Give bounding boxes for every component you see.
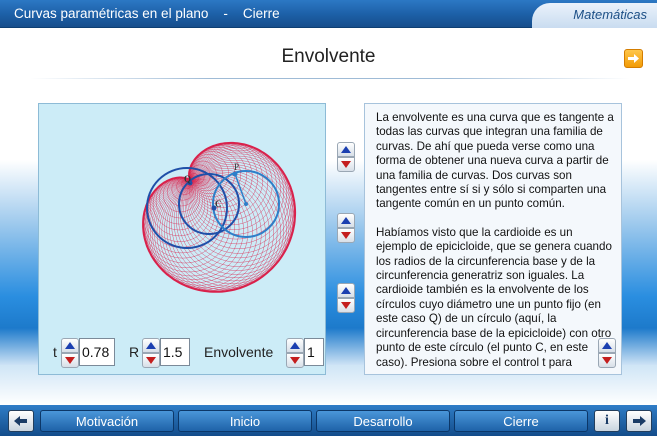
nav-inicio-button[interactable]: Inicio — [178, 410, 312, 432]
subject-label: Matemáticas — [573, 7, 647, 22]
r-decrease-button[interactable] — [142, 353, 160, 368]
nav-cierre-button[interactable]: Cierre — [454, 410, 588, 432]
envolvente-increase-button[interactable] — [286, 338, 304, 353]
arrow-left-icon — [14, 416, 27, 426]
next-page-button[interactable] — [624, 49, 643, 68]
header-divider — [30, 78, 630, 79]
side-stepper-3[interactable] — [337, 283, 355, 315]
point-center — [244, 202, 248, 206]
r-stepper[interactable] — [142, 338, 160, 368]
arrow-right-icon — [628, 54, 639, 63]
label-p: P — [234, 162, 239, 172]
t-decrease-button[interactable] — [61, 353, 79, 368]
t-label: t — [53, 344, 57, 360]
nav-motivacion-button[interactable]: Motivación — [40, 410, 174, 432]
app-window: Curvas paramétricas en el plano - Cierre… — [0, 0, 657, 436]
envolvente-label: Envolvente — [204, 344, 274, 360]
bottom-nav: Motivación Inicio Desarrollo Cierre i — [0, 405, 657, 436]
cardioid-plot[interactable]: P Q C — [39, 104, 327, 334]
envolvente-stepper[interactable] — [286, 338, 304, 368]
label-c: C — [215, 199, 222, 209]
t-stepper[interactable] — [61, 338, 79, 368]
t-value-field[interactable]: 0.78 — [79, 338, 115, 366]
text-scroll-up[interactable] — [598, 338, 616, 353]
prev-page-button[interactable] — [8, 410, 34, 432]
next-section-button[interactable] — [626, 410, 652, 432]
r-label: R — [129, 344, 140, 360]
r-increase-button[interactable] — [142, 338, 160, 353]
side-stepper-2-up[interactable] — [337, 213, 355, 228]
explanation-panel[interactable]: La envolvente es una curva que es tangen… — [364, 103, 622, 375]
explanation-text: La envolvente es una curva que es tangen… — [376, 111, 616, 374]
explanation-paragraph-1: La envolvente es una curva que es tangen… — [376, 111, 614, 211]
envelope-applet[interactable]: P Q C t 0.78 R 1.5 Envolvente 1 — [38, 103, 326, 375]
side-stepper-3-up[interactable] — [337, 283, 355, 298]
title-bar: Curvas paramétricas en el plano - Cierre… — [0, 0, 657, 28]
side-stepper-1-down[interactable] — [337, 157, 355, 172]
side-stepper-1-up[interactable] — [337, 142, 355, 157]
nav-desarrollo-button[interactable]: Desarrollo — [316, 410, 450, 432]
explanation-paragraph-2: Habíamos visto que la cardioide es un ej… — [376, 225, 612, 369]
label-q: Q — [184, 174, 191, 184]
page-title: Envolvente — [281, 46, 376, 67]
side-stepper-3-down[interactable] — [337, 298, 355, 313]
envolvente-value-field[interactable]: 1 — [304, 338, 324, 366]
subject-tab: Matemáticas — [532, 3, 657, 28]
point-p[interactable] — [232, 171, 238, 177]
info-button[interactable]: i — [594, 410, 620, 432]
r-value-field[interactable]: 1.5 — [160, 338, 190, 366]
window-title: Curvas paramétricas en el plano - Cierre — [14, 6, 280, 21]
side-stepper-2[interactable] — [337, 213, 355, 245]
text-scroll-stepper[interactable] — [598, 338, 616, 370]
text-scroll-down[interactable] — [598, 353, 616, 368]
envolvente-decrease-button[interactable] — [286, 353, 304, 368]
arrow-right-icon — [633, 416, 646, 426]
side-stepper-2-down[interactable] — [337, 228, 355, 243]
side-stepper-1[interactable] — [337, 142, 355, 174]
t-increase-button[interactable] — [61, 338, 79, 353]
